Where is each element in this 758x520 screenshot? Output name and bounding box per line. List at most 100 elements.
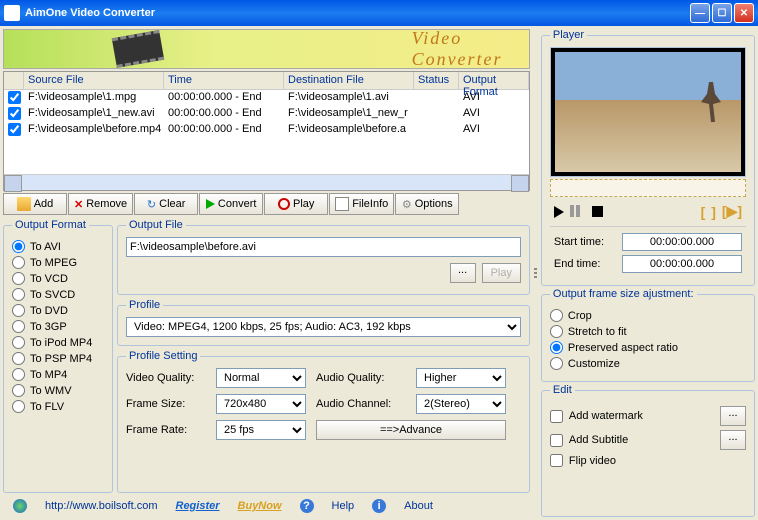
watermark-settings-button[interactable]: ... xyxy=(720,406,746,426)
audio-quality-label: Audio Quality: xyxy=(316,372,406,384)
format-radio-to-vcd[interactable]: To VCD xyxy=(12,272,104,285)
mark-out-button[interactable]: ] xyxy=(711,204,716,220)
profile-legend: Profile xyxy=(126,299,163,311)
play-range-button[interactable]: [▶] xyxy=(722,203,742,220)
play-button[interactable]: Play xyxy=(264,193,328,215)
table-row[interactable]: F:\videosample\1.mpg00:00:00.000 - EndF:… xyxy=(4,90,529,106)
info-icon: i xyxy=(372,499,386,513)
seek-bar[interactable] xyxy=(550,179,746,197)
horizontal-scrollbar[interactable] xyxy=(4,174,529,190)
maximize-button[interactable]: ☐ xyxy=(712,3,732,23)
watermark-label: Add watermark xyxy=(569,410,643,422)
start-time-value[interactable]: 00:00:00.000 xyxy=(622,233,742,251)
flip-label: Flip video xyxy=(569,455,616,467)
play-icon xyxy=(206,199,215,209)
footer: http://www.boilsoft.com Register BuyNow … xyxy=(3,495,530,517)
convert-button[interactable]: Convert xyxy=(199,193,263,215)
player-stop-button[interactable] xyxy=(592,206,603,217)
player-play-button[interactable] xyxy=(554,206,564,218)
output-play-button[interactable]: Play xyxy=(482,263,521,283)
frame-size-select[interactable]: 720x480 xyxy=(216,394,306,414)
clear-button[interactable]: ↻Clear xyxy=(134,193,198,215)
player-pause-button[interactable] xyxy=(570,205,586,219)
row-checkbox[interactable] xyxy=(8,107,21,120)
advance-button[interactable]: ==>Advance xyxy=(316,420,506,440)
adjust-radio-customize[interactable]: Customize xyxy=(550,357,746,370)
video-quality-label: Video Quality: xyxy=(126,372,206,384)
add-button[interactable]: Add xyxy=(3,193,67,215)
format-radio-to-flv[interactable]: To FLV xyxy=(12,400,104,413)
audio-channel-label: Audio Channel: xyxy=(316,398,406,410)
media-play-icon xyxy=(278,198,290,210)
flip-checkbox[interactable] xyxy=(550,454,563,467)
header-source[interactable]: Source File xyxy=(24,72,164,89)
header-time[interactable]: Time xyxy=(164,72,284,89)
register-link[interactable]: Register xyxy=(176,500,220,512)
refresh-icon: ↻ xyxy=(147,198,156,211)
format-radio-to-ipod-mp4[interactable]: To iPod MP4 xyxy=(12,336,104,349)
edit-group: Edit Add watermark ... Add Subtitle ... … xyxy=(541,384,755,517)
profile-select[interactable]: Video: MPEG4, 1200 kbps, 25 fps; Audio: … xyxy=(126,317,521,337)
video-quality-select[interactable]: Normal xyxy=(216,368,306,388)
options-button[interactable]: ⚙Options xyxy=(395,193,459,215)
output-file-legend: Output File xyxy=(126,219,186,231)
frame-size-label: Frame Size: xyxy=(126,398,206,410)
header-status[interactable]: Status xyxy=(414,72,459,89)
audio-channel-select[interactable]: 2(Stereo) xyxy=(416,394,506,414)
gear-icon: ⚙ xyxy=(402,198,412,211)
toolbar: Add ✕Remove ↻Clear Convert Play FileInfo… xyxy=(3,193,530,217)
watermark-checkbox[interactable] xyxy=(550,410,563,423)
subtitle-settings-button[interactable]: ... xyxy=(720,430,746,450)
format-radio-to-mp4[interactable]: To MP4 xyxy=(12,368,104,381)
about-link[interactable]: About xyxy=(404,500,433,512)
close-button[interactable]: ✕ xyxy=(734,3,754,23)
output-file-group: Output File ... Play xyxy=(117,219,530,295)
fileinfo-button[interactable]: FileInfo xyxy=(329,193,394,215)
output-file-input[interactable] xyxy=(126,237,521,257)
adjust-radio-stretch-to-fit[interactable]: Stretch to fit xyxy=(550,325,746,338)
help-link[interactable]: Help xyxy=(332,500,355,512)
adjust-radio-crop[interactable]: Crop xyxy=(550,309,746,322)
mark-in-button[interactable]: [ xyxy=(701,204,706,220)
end-time-label: End time: xyxy=(554,258,614,270)
header-format[interactable]: Output Format xyxy=(459,72,529,89)
remove-button[interactable]: ✕Remove xyxy=(68,193,133,215)
grid-header: Source File Time Destination File Status… xyxy=(4,72,529,90)
buynow-link[interactable]: BuyNow xyxy=(238,500,282,512)
format-radio-to-mpeg[interactable]: To MPEG xyxy=(12,256,104,269)
player-viewport[interactable] xyxy=(550,47,746,177)
format-radio-to-wmv[interactable]: To WMV xyxy=(12,384,104,397)
window-title: AimOne Video Converter xyxy=(25,7,688,19)
format-radio-to-avi[interactable]: To AVI xyxy=(12,240,104,253)
format-radio-to-dvd[interactable]: To DVD xyxy=(12,304,104,317)
format-radio-to-svcd[interactable]: To SVCD xyxy=(12,288,104,301)
banner-text: Video Converter xyxy=(412,29,529,69)
format-radio-to-psp-mp4[interactable]: To PSP MP4 xyxy=(12,352,104,365)
x-icon: ✕ xyxy=(74,198,83,211)
frame-adjust-group: Output frame size ajustment: CropStretch… xyxy=(541,288,755,382)
adjust-radio-preserved-aspect-ratio[interactable]: Preserved aspect ratio xyxy=(550,341,746,354)
browse-button[interactable]: ... xyxy=(450,263,476,283)
player-legend: Player xyxy=(550,29,587,41)
profile-setting-group: Profile Setting Video Quality: Normal Au… xyxy=(117,350,530,493)
folder-icon xyxy=(17,197,31,211)
document-icon xyxy=(335,197,349,211)
table-row[interactable]: F:\videosample\1_new.avi00:00:00.000 - E… xyxy=(4,106,529,122)
film-icon xyxy=(112,30,164,68)
format-radio-to-3gp[interactable]: To 3GP xyxy=(12,320,104,333)
file-grid[interactable]: Source File Time Destination File Status… xyxy=(3,71,530,191)
website-link[interactable]: http://www.boilsoft.com xyxy=(45,500,158,512)
table-row[interactable]: F:\videosample\before.mp400:00:00.000 - … xyxy=(4,122,529,138)
end-time-value[interactable]: 00:00:00.000 xyxy=(622,255,742,273)
player-group: Player [ ] [▶] Start time: 00:00:00.000 … xyxy=(541,29,755,286)
splitter-handle[interactable] xyxy=(533,29,538,517)
row-checkbox[interactable] xyxy=(8,91,21,104)
audio-quality-select[interactable]: Higher xyxy=(416,368,506,388)
banner: Video Converter xyxy=(3,29,530,69)
minimize-button[interactable]: — xyxy=(690,3,710,23)
output-format-legend: Output Format xyxy=(12,219,89,231)
header-dest[interactable]: Destination File xyxy=(284,72,414,89)
frame-rate-select[interactable]: 25 fps xyxy=(216,420,306,440)
subtitle-checkbox[interactable] xyxy=(550,434,563,447)
row-checkbox[interactable] xyxy=(8,123,21,136)
